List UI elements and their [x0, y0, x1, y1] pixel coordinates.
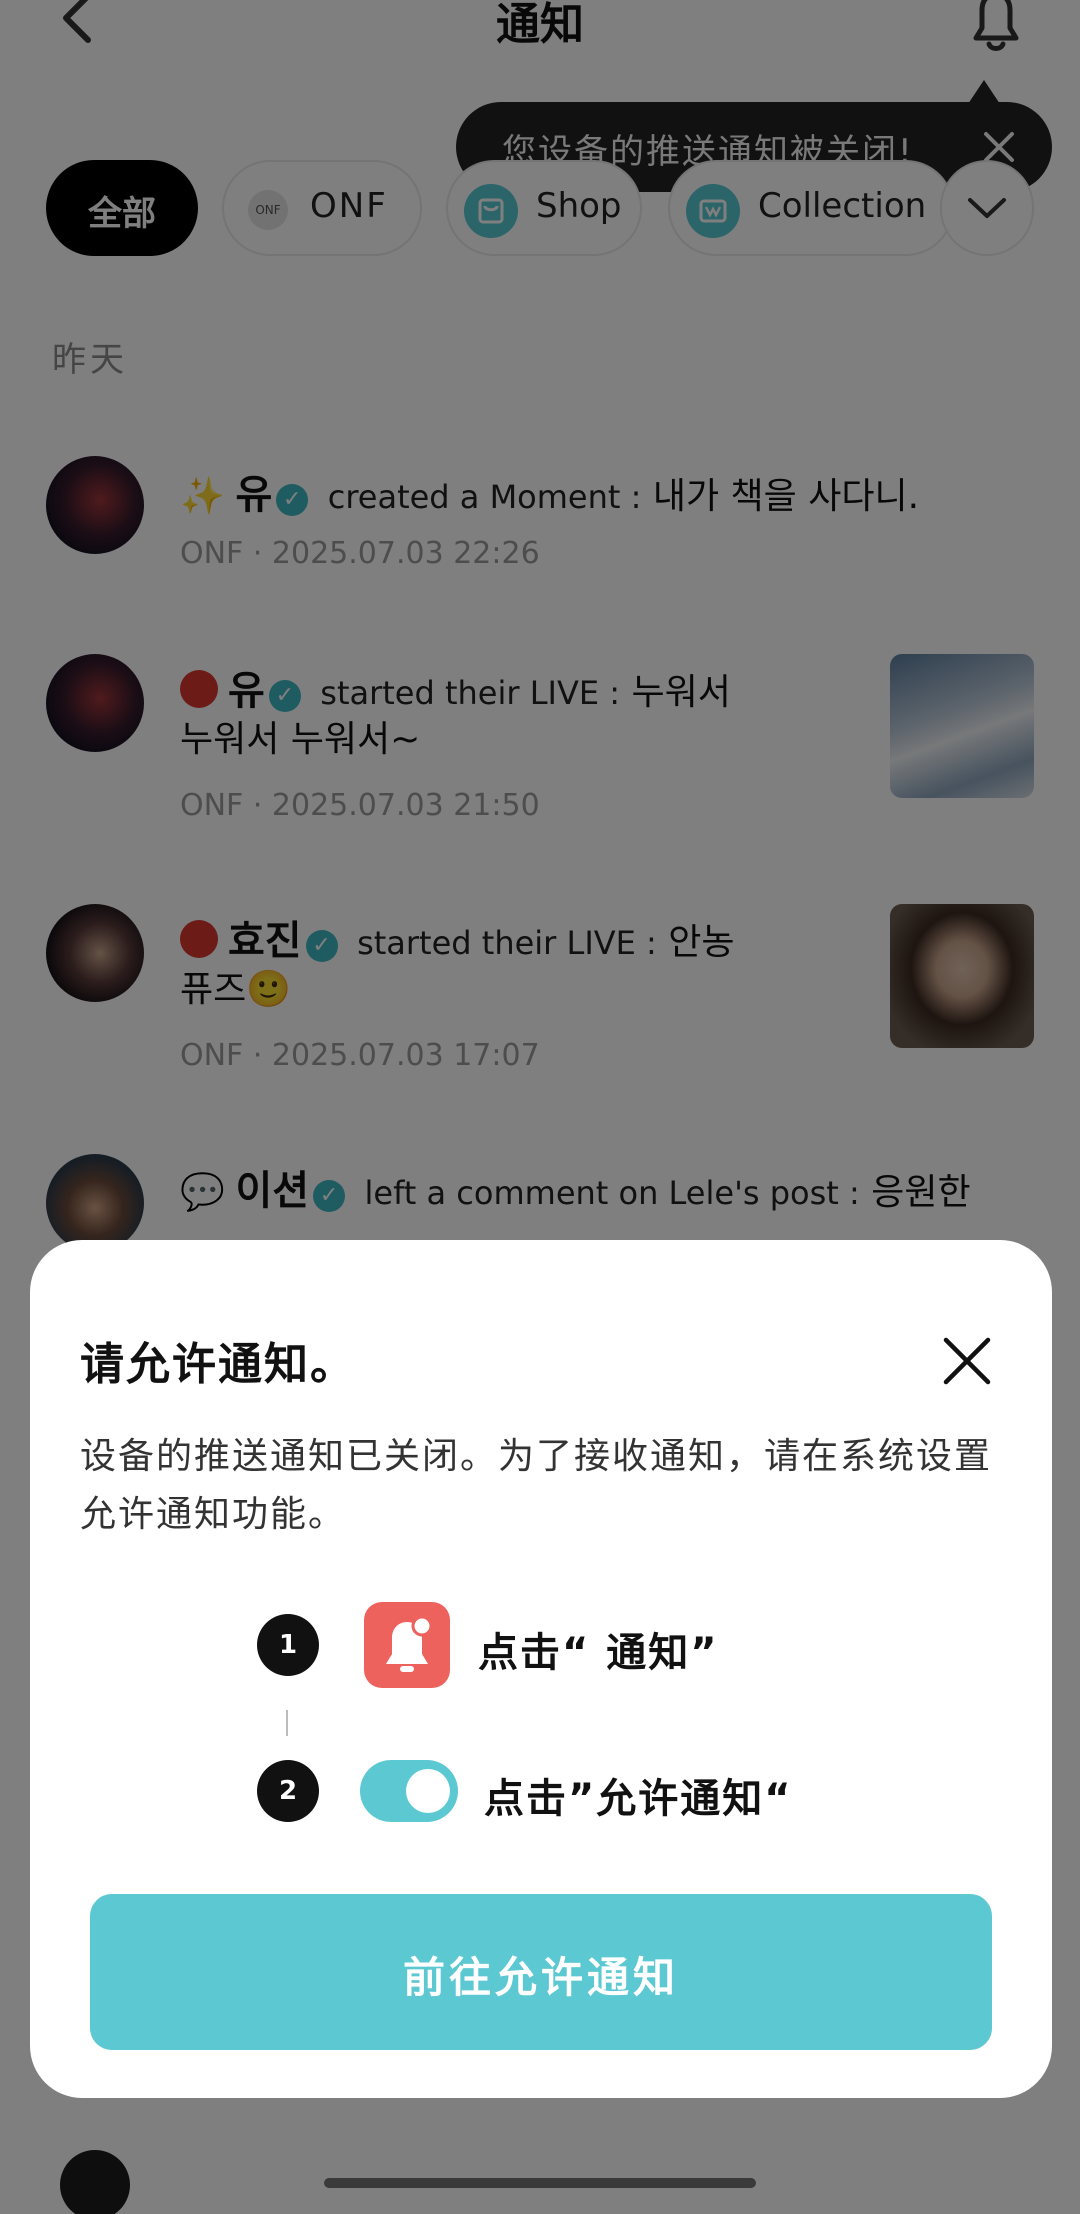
- step-1-text: 点击“ 通知”: [478, 1630, 719, 1676]
- dialog-close-button[interactable]: [940, 1334, 994, 1388]
- bell-app-icon: [364, 1602, 450, 1688]
- dialog-title: 请允许通知。: [80, 1339, 356, 1390]
- home-indicator[interactable]: [324, 2178, 756, 2188]
- toggle-knob: [406, 1769, 450, 1813]
- close-icon: [943, 1337, 991, 1385]
- dialog-description: 设备的推送通知已关闭。为了接收通知，请在系统设置允许通知功能。: [80, 1436, 993, 1535]
- step-connector: [286, 1710, 288, 1736]
- step-2-text: 点击”允许通知“: [484, 1776, 793, 1822]
- step-number-1: 1: [257, 1614, 319, 1676]
- notifications-screen: 通知 您设备的推送通知被关闭! 全部 ONF ONF: [0, 0, 1080, 2214]
- allow-notifications-dialog: 请允许通知。 设备的推送通知已关闭。为了接收通知，请在系统设置允许通知功能。 1…: [30, 1240, 1052, 2098]
- toggle-switch-icon: [360, 1760, 458, 1822]
- go-allow-notifications-button[interactable]: 前往允许通知: [90, 1894, 992, 2050]
- step-number-2: 2: [257, 1760, 319, 1822]
- button-label: 前往允许通知: [402, 1953, 679, 2002]
